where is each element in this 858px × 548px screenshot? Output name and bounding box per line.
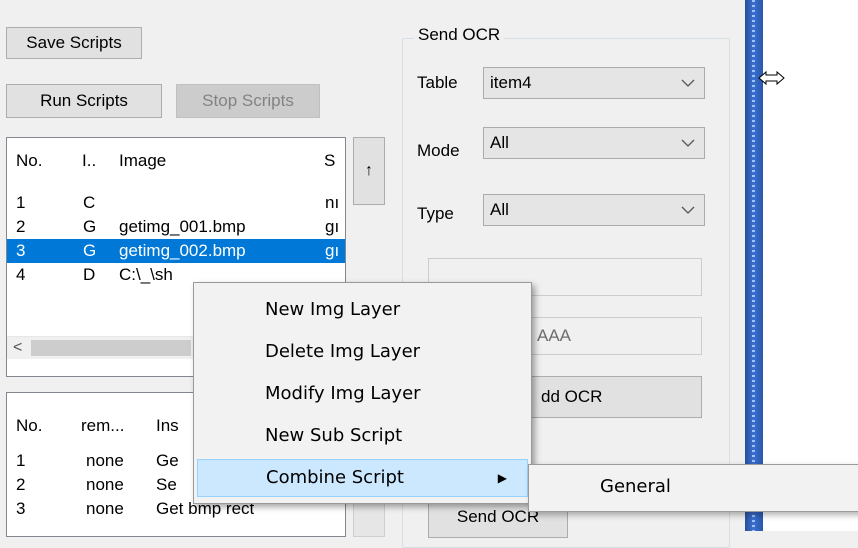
table-row[interactable]: 2 G getimg_001.bmp gı (7, 215, 345, 239)
images-list-header: No. I.. Image S (7, 146, 345, 176)
run-scripts-button[interactable]: Run Scripts (6, 84, 162, 118)
chevron-down-icon (680, 68, 696, 98)
cell-image: C:\_\sh (119, 265, 173, 284)
cell-ins: Ge (156, 451, 179, 470)
scrollbar-thumb[interactable] (31, 340, 191, 356)
menu-item-combine-script-label: Combine Script (266, 467, 404, 488)
cell-no: 4 (16, 265, 26, 284)
menu-item-modify-img-layer[interactable]: Modify Img Layer (197, 375, 528, 413)
splitter-grip (752, 0, 755, 531)
column-header-image[interactable]: Image (119, 146, 166, 176)
cell-no: 3 (16, 499, 26, 518)
table-select[interactable]: item4 (483, 67, 705, 99)
column-header-i[interactable]: I.. (82, 146, 96, 176)
mode-select-value: All (490, 133, 509, 152)
save-scripts-button[interactable]: Save Scripts (6, 27, 142, 59)
type-label: Type (417, 204, 454, 223)
cell-no: 1 (16, 193, 26, 212)
cell-rem: none (86, 499, 124, 518)
send-ocr-title: Send OCR (414, 25, 505, 45)
cell-i: G (83, 217, 97, 236)
combine-script-submenu: General (528, 464, 858, 512)
table-label: Table (417, 73, 458, 92)
cell-i: G (83, 241, 97, 260)
menu-item-delete-img-layer[interactable]: Delete Img Layer (197, 333, 528, 371)
column-header-no[interactable]: No. (16, 146, 42, 176)
submenu-arrow-icon: ▶ (497, 471, 507, 485)
cell-ins: Se (156, 475, 177, 494)
table-row-selected[interactable]: 3 G getimg_002.bmp gı (7, 239, 345, 263)
cell-i: D (83, 265, 96, 284)
submenu-item-general[interactable]: General (532, 468, 858, 506)
type-select[interactable]: All (483, 194, 705, 226)
menu-item-new-sub-script[interactable]: New Sub Script (197, 417, 528, 455)
cell-no: 2 (16, 217, 26, 236)
move-up-button[interactable]: ↑ (353, 137, 385, 205)
stop-scripts-button[interactable]: Stop Scripts (176, 84, 320, 118)
type-select-value: All (490, 200, 509, 219)
cell-s: gı (325, 217, 340, 236)
mode-label: Mode (417, 141, 460, 160)
chevron-down-icon (680, 128, 696, 158)
cell-no: 2 (16, 475, 26, 494)
cell-image: getimg_002.bmp (119, 241, 246, 260)
menu-item-new-img-layer[interactable]: New Img Layer (197, 291, 528, 329)
cell-s: nı (325, 193, 340, 212)
column-header-s[interactable]: S (324, 146, 335, 176)
table-row[interactable]: 1 C nı (7, 191, 345, 215)
menu-item-combine-script[interactable]: Combine Script ▶ (197, 459, 528, 497)
mode-select[interactable]: All (483, 127, 705, 159)
mouse-cursor-icon (757, 66, 787, 90)
column-header-ins[interactable]: Ins (156, 411, 179, 441)
cell-rem: none (86, 475, 124, 494)
cell-rem: none (86, 451, 124, 470)
column-header-rem[interactable]: rem... (81, 411, 124, 441)
table-select-value: item4 (490, 73, 532, 92)
cell-no: 3 (16, 241, 26, 260)
column-header-no[interactable]: No. (16, 411, 42, 441)
cell-s: gı (325, 241, 340, 260)
chevron-down-icon (680, 195, 696, 225)
cell-image: getimg_001.bmp (119, 217, 246, 236)
scroll-left-icon[interactable]: < (13, 337, 22, 359)
context-menu: New Img Layer Delete Img Layer Modify Im… (193, 282, 532, 504)
cell-no: 1 (16, 451, 26, 470)
cell-i: C (83, 193, 96, 212)
